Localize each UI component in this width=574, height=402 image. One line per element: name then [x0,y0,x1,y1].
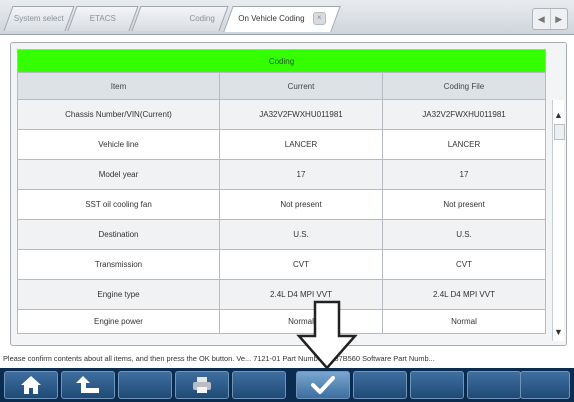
tab-label: System select [13,14,64,23]
cell-coding-file: JA32V2FWXHU011981 [381,99,547,130]
table-row[interactable]: Model year 17 17 [17,159,547,190]
cell-current: LANCER [219,129,383,160]
cell-item: Destination [17,219,220,250]
scroll-up-icon[interactable]: ▲ [554,110,563,120]
toolbar-button-blank[interactable] [410,371,464,399]
home-button[interactable] [4,371,58,399]
table-row[interactable]: Engine type 2.4L D4 MPI VVT 2.4L D4 MPI … [17,279,547,310]
tab-content: On Vehicle Coding × [229,7,335,31]
back-icon [76,376,99,393]
table-title-row: Coding [16,49,547,73]
cell-current: U.S. [219,219,383,250]
ok-check-icon [311,376,335,394]
cell-coding-file: LANCER [381,129,547,160]
tab-bar: System select ETACS Coding On Vehicle Co… [0,0,574,35]
tab-label: ETACS [89,14,116,23]
cell-coding-file: 17 [381,159,547,190]
prev-tab-icon[interactable]: ◀ [533,9,551,29]
cell-item: Chassis Number/VIN(Current) [17,99,220,130]
table-scrollbar[interactable]: ▲ ▼ [552,100,565,341]
down-arrow-icon [296,300,358,370]
table-title: Coding [16,49,547,73]
cell-current: JA32V2FWXHU011981 [219,99,383,130]
toolbar-button-blank[interactable] [118,371,172,399]
coding-panel: Coding Item Current Coding File Chassis … [10,42,567,346]
ok-button[interactable] [296,371,350,399]
home-icon [21,376,41,394]
table-row[interactable]: Chassis Number/VIN(Current) JA32V2FWXHU0… [17,99,547,130]
tab-etacs[interactable]: ETACS [67,6,139,31]
toolbar-button-blank[interactable] [353,371,407,399]
tab-coding[interactable]: Coding [131,6,229,31]
column-header-current: Current [219,72,383,100]
cell-coding-file: U.S. [381,219,547,250]
tab-label: Coding [189,14,215,23]
scroll-down-icon[interactable]: ▼ [554,327,563,337]
cell-item: Transmission [17,249,220,280]
next-tab-icon[interactable]: ▶ [551,9,568,29]
toolbar-button-blank[interactable] [467,371,521,399]
back-button[interactable] [61,371,115,399]
printer-icon [193,377,211,393]
column-header-item: Item [17,72,220,100]
close-icon[interactable]: × [312,12,326,26]
toolbar-button-blank[interactable] [232,371,286,399]
cell-item: Vehicle line [17,129,220,160]
scroll-thumb[interactable] [554,124,565,140]
print-button[interactable] [175,371,229,399]
bottom-toolbar [0,368,574,402]
column-header-coding-file: Coding File [381,72,547,100]
tab-scroll-arrows: ◀ ▶ [532,8,568,30]
toolbar-button-blank[interactable] [520,371,570,399]
table-row[interactable]: Destination U.S. U.S. [17,219,547,250]
cell-coding-file: 2.4L D4 MPI VVT [381,279,547,310]
tab-label: On Vehicle Coding [238,14,305,23]
coding-table-wrap: Coding Item Current Coding File Chassis … [16,49,547,334]
cell-item: Engine power [17,309,220,334]
cell-item: Engine type [17,279,220,310]
table-header-row: Item Current Coding File [17,72,547,100]
cell-coding-file: CVT [381,249,547,280]
cell-current: Not present [219,189,383,220]
cell-coding-file: Not present [381,189,547,220]
cell-current: CVT [219,249,383,280]
cell-coding-file: Normal [381,309,547,334]
status-message: Please confirm contents about all items,… [0,352,574,366]
table-row[interactable]: Engine power Normal Normal [17,309,547,334]
table-row[interactable]: Vehicle line LANCER LANCER [17,129,547,160]
cell-current: 17 [219,159,383,190]
tab-on-vehicle-coding[interactable]: On Vehicle Coding × [223,6,341,32]
coding-table: Coding Item Current Coding File Chassis … [16,49,547,334]
tab-system-select[interactable]: System select [3,6,75,31]
cell-item: Model year [17,159,220,190]
table-row[interactable]: SST oil cooling fan Not present Not pres… [17,189,547,220]
table-row[interactable]: Transmission CVT CVT [17,249,547,280]
cell-item: SST oil cooling fan [17,189,220,220]
